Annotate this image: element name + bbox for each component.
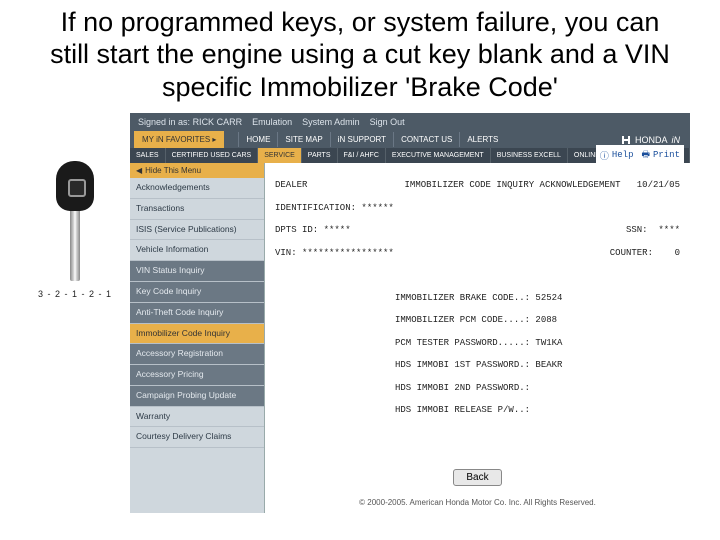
- sidebar: ◀ Hide This Menu Acknowledgements Transa…: [130, 163, 265, 513]
- car-key-image: [56, 161, 94, 281]
- favorites-tab[interactable]: MY iN FAVORITES ▸: [134, 131, 224, 148]
- chevron-left-icon: ◀: [136, 166, 142, 175]
- sidebar-item-trans[interactable]: Transactions: [130, 199, 264, 220]
- copyright: © 2000-2005. American Honda Motor Co. In…: [275, 498, 680, 507]
- report-row-pcmtester: PCM TESTER PASSWORD.....: TW1KA: [275, 338, 680, 349]
- sidebar-item-acc-reg[interactable]: Accessory Registration: [130, 344, 264, 365]
- report-ssn: SSN: ****: [570, 225, 680, 236]
- slide-title: If no programmed keys, or system failure…: [0, 0, 720, 113]
- report-row-brakecode: IMMOBILIZER BRAKE CODE..: 52524: [275, 293, 680, 304]
- portal-body: ◀ Hide This Menu Acknowledgements Transa…: [130, 163, 690, 513]
- signed-in-label: Signed in as: RICK CARR: [138, 117, 242, 127]
- dealer-portal-screenshot: Signed in as: RICK CARR Emulation System…: [130, 113, 690, 513]
- report-identification: IDENTIFICATION: ******: [275, 203, 680, 214]
- sidebar-item-warranty[interactable]: Warranty: [130, 407, 264, 428]
- nav2-fi[interactable]: F&I / AHFC: [338, 148, 386, 163]
- honda-h-icon: [621, 135, 631, 145]
- sidebar-item-campaign[interactable]: Campaign Probing Update: [130, 386, 264, 407]
- report-dpts: DPTS ID: *****: [275, 225, 570, 236]
- sidebar-item-vin[interactable]: VIN Status Inquiry: [130, 261, 264, 282]
- report-title: IMMOBILIZER CODE INQUIRY ACKNOWLEDGEMENT: [405, 180, 621, 190]
- sidebar-item-acc-price[interactable]: Accessory Pricing: [130, 365, 264, 386]
- print-icon: 🖶: [641, 147, 650, 163]
- help-icon: ⓘ: [600, 149, 609, 162]
- key-caption: 3 - 2 - 1 - 2 - 1: [38, 289, 112, 299]
- sidebar-item-vehicle[interactable]: Vehicle Information: [130, 240, 264, 261]
- nav-home[interactable]: HOME: [238, 132, 277, 147]
- key-head-icon: [56, 161, 94, 211]
- nav2-certified[interactable]: CERTIFIED USED CARS: [166, 148, 259, 163]
- back-row: Back: [275, 469, 680, 486]
- nav-contact[interactable]: CONTACT US: [393, 132, 459, 147]
- nav-sitemap[interactable]: SITE MAP: [277, 132, 329, 147]
- topbar-link-emulation[interactable]: Emulation: [252, 117, 292, 127]
- sidebar-item-ack[interactable]: Acknowledgements: [130, 178, 264, 199]
- print-link[interactable]: 🖶Print: [641, 147, 680, 163]
- sidebar-hide-toggle[interactable]: ◀ Hide This Menu: [130, 163, 264, 178]
- report-date: 10/21/05: [637, 180, 680, 190]
- main-content: ⓘHelp 🖶Print DEALERIMMOBILIZER CODE INQU…: [265, 163, 690, 513]
- nav-alerts[interactable]: ALERTS: [459, 132, 505, 147]
- portal-topbar: Signed in as: RICK CARR Emulation System…: [130, 113, 690, 131]
- nav-support[interactable]: iN SUPPORT: [330, 132, 393, 147]
- report-row-hds2: HDS IMMOBI 2ND PASSWORD.:: [275, 383, 680, 394]
- nav2-sales[interactable]: SALES: [130, 148, 166, 163]
- report-row-pcmcode: IMMOBILIZER PCM CODE....: 2088: [275, 315, 680, 326]
- help-link[interactable]: ⓘHelp: [600, 147, 634, 163]
- report-vin: VIN: *****************: [275, 248, 570, 259]
- report-dealer-label: DEALER: [275, 180, 405, 191]
- topbar-link-signout[interactable]: Sign Out: [370, 117, 405, 127]
- report-row-hdsrel: HDS IMMOBI RELEASE P/W..:: [275, 405, 680, 416]
- sidebar-item-antitheft[interactable]: Anti-Theft Code Inquiry: [130, 303, 264, 324]
- key-column: 3 - 2 - 1 - 2 - 1: [30, 113, 120, 513]
- back-button[interactable]: Back: [453, 469, 501, 486]
- report-row-hds1: HDS IMMOBI 1ST PASSWORD.: BEAKR: [275, 360, 680, 371]
- sidebar-item-immobilizer[interactable]: Immobilizer Code Inquiry: [130, 324, 264, 345]
- sidebar-item-courtesy[interactable]: Courtesy Delivery Claims: [130, 427, 264, 448]
- nav2-exec[interactable]: EXECUTIVE MANAGEMENT: [386, 148, 491, 163]
- brand-logo: HONDA iN: [621, 135, 686, 145]
- nav2-parts[interactable]: PARTS: [302, 148, 338, 163]
- sidebar-item-isis[interactable]: ISIS (Service Publications): [130, 220, 264, 241]
- topbar-link-sysadmin[interactable]: System Admin: [302, 117, 360, 127]
- sidebar-item-keycode[interactable]: Key Code Inquiry: [130, 282, 264, 303]
- report-counter: COUNTER: 0: [570, 248, 680, 259]
- help-print-bar: ⓘHelp 🖶Print: [596, 145, 684, 165]
- key-shaft-icon: [70, 211, 80, 281]
- nav2-excell[interactable]: BUSINESS EXCELL: [491, 148, 568, 163]
- report-block: DEALERIMMOBILIZER CODE INQUIRY ACKNOWLED…: [275, 169, 680, 439]
- nav2-service[interactable]: SERVICE: [258, 148, 302, 163]
- content-area: 3 - 2 - 1 - 2 - 1 Signed in as: RICK CAR…: [0, 113, 720, 513]
